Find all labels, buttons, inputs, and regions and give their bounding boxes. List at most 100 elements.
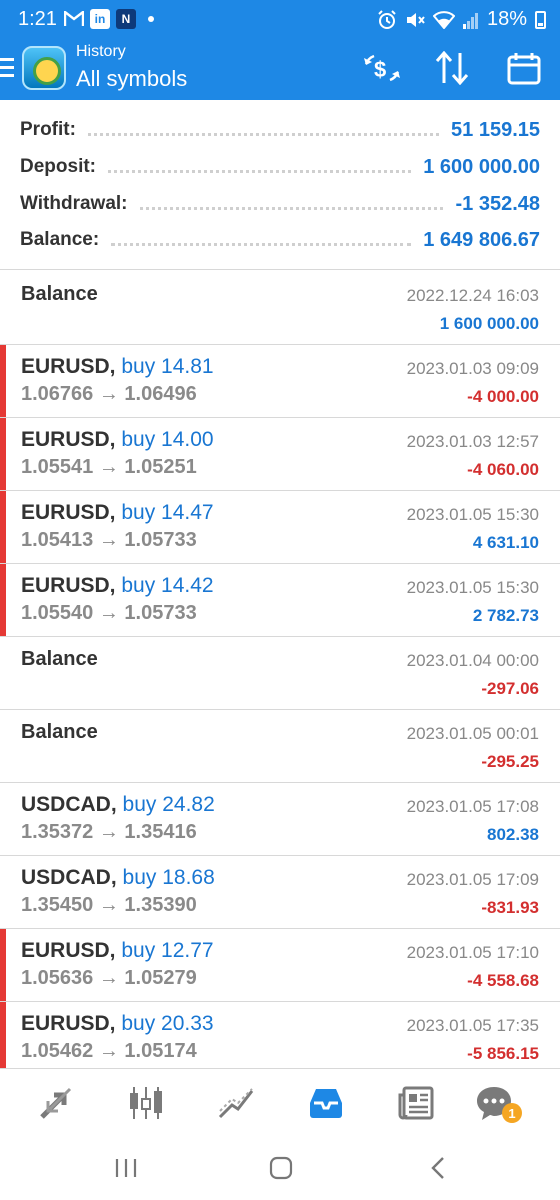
row-prices: 1.05636 → 1.05279 xyxy=(21,967,197,989)
row-symbol: EURUSD, xyxy=(21,939,116,962)
row-title: USDCAD, buy 24.82 xyxy=(21,793,215,817)
summary-balance: Balance: 1 649 806.67 xyxy=(20,223,540,257)
signal-icon xyxy=(462,12,478,29)
currency-exchange-icon[interactable]: $ xyxy=(362,48,402,88)
status-time: 1:21 xyxy=(18,8,57,30)
trade-row[interactable]: USDCAD, buy 24.82 1.35372 → 1.35416 2023… xyxy=(0,783,560,856)
row-side: buy 14.47 xyxy=(121,501,214,524)
recent-apps-icon[interactable] xyxy=(110,1152,142,1184)
bottom-navigation: 1 xyxy=(0,1068,560,1136)
row-title: EURUSD, buy 14.00 xyxy=(21,428,214,452)
row-date: 2023.01.05 17:10 xyxy=(406,943,539,962)
summary-label: Profit: xyxy=(20,119,76,140)
row-title: USDCAD, buy 18.68 xyxy=(21,866,215,890)
status-right: 18% xyxy=(377,8,546,31)
summary-value: 1 649 806.67 xyxy=(423,228,540,251)
gmail-icon xyxy=(64,9,84,29)
row-date: 2023.01.04 00:00 xyxy=(406,651,539,670)
alarm-icon xyxy=(378,9,396,29)
sort-icon[interactable] xyxy=(432,48,472,88)
row-title: EURUSD, buy 12.77 xyxy=(21,939,214,963)
chat-icon[interactable]: 1 xyxy=(472,1081,522,1125)
row-symbol: EURUSD, xyxy=(21,355,116,378)
row-side: buy 12.77 xyxy=(121,939,214,962)
row-side: buy 18.68 xyxy=(122,866,215,889)
summary-value: -1 352.48 xyxy=(455,192,540,215)
wifi-icon xyxy=(432,10,455,29)
row-prices: 1.35372 → 1.35416 xyxy=(21,821,197,843)
row-profit: 4 631.10 xyxy=(472,533,539,552)
row-symbol: EURUSD, xyxy=(21,428,116,451)
system-navigation xyxy=(0,1136,560,1200)
row-date: 2023.01.03 09:09 xyxy=(406,359,539,378)
row-date: 2023.01.05 00:01 xyxy=(406,724,539,743)
linkedin-icon: in xyxy=(90,9,110,29)
balance-row[interactable]: Balance 2022.12.24 16:03 1 600 000.00 xyxy=(0,272,560,345)
row-profit: 2 782.73 xyxy=(472,606,539,625)
row-profit: -4 000.00 xyxy=(467,387,539,406)
quotes-icon[interactable] xyxy=(34,1081,78,1125)
more-notifications-dot xyxy=(148,16,154,22)
chat-badge: 1 xyxy=(502,1103,522,1123)
mute-icon xyxy=(406,12,425,27)
row-date: 2023.01.03 12:57 xyxy=(406,432,539,451)
row-prices: 1.05462 → 1.05174 xyxy=(21,1040,197,1062)
row-title: EURUSD, buy 14.81 xyxy=(21,355,214,379)
row-side: buy 14.42 xyxy=(121,574,214,597)
row-date: 2023.01.05 17:08 xyxy=(406,797,539,816)
news-icon[interactable] xyxy=(394,1081,438,1125)
back-icon[interactable] xyxy=(423,1152,455,1184)
symbol-filter-title[interactable]: All symbols xyxy=(76,66,187,92)
row-date: 2023.01.05 15:30 xyxy=(406,505,539,524)
row-side: buy 24.82 xyxy=(122,793,215,816)
row-title: Balance xyxy=(21,648,98,670)
row-side: buy 20.33 xyxy=(121,1012,214,1035)
row-profit: -295.25 xyxy=(481,752,539,771)
account-summary: Profit: 51 159.15 Deposit: 1 600 000.00 … xyxy=(0,100,560,270)
menu-icon[interactable] xyxy=(0,58,14,80)
row-symbol: USDCAD, xyxy=(21,866,117,889)
balance-row[interactable]: Balance 2023.01.05 00:01 -295.25 xyxy=(0,710,560,783)
row-symbol: EURUSD, xyxy=(21,501,116,524)
trade-row[interactable]: EURUSD, buy 14.42 1.05540 → 1.05733 2023… xyxy=(0,564,560,637)
trade-row[interactable]: EURUSD, buy 12.77 1.05636 → 1.05279 2023… xyxy=(0,929,560,1002)
row-date: 2023.01.05 15:30 xyxy=(406,578,539,597)
app-logo[interactable] xyxy=(22,46,66,90)
row-profit: -5 856.15 xyxy=(467,1044,539,1063)
calendar-icon[interactable] xyxy=(504,48,544,88)
trade-row[interactable]: EURUSD, buy 14.47 1.05413 → 1.05733 2023… xyxy=(0,491,560,564)
trade-row[interactable]: USDCAD, buy 18.68 1.35450 → 1.35390 2023… xyxy=(0,856,560,929)
notification-icons: in N xyxy=(64,9,154,29)
row-profit: 802.38 xyxy=(487,825,539,844)
row-profit: -297.06 xyxy=(481,679,539,698)
chart-icon[interactable] xyxy=(124,1081,168,1125)
trade-row[interactable]: EURUSD, buy 14.81 1.06766 → 1.06496 2023… xyxy=(0,345,560,418)
screen-subtitle: History xyxy=(76,43,126,60)
row-title: EURUSD, buy 20.33 xyxy=(21,1012,214,1036)
row-prices: 1.06766 → 1.06496 xyxy=(21,383,197,405)
summary-label: Deposit: xyxy=(20,156,96,177)
row-side: buy 14.81 xyxy=(121,355,214,378)
history-icon[interactable] xyxy=(304,1081,348,1125)
row-side: buy 14.00 xyxy=(121,428,214,451)
row-date: 2023.01.05 17:35 xyxy=(406,1016,539,1035)
row-profit: -4 558.68 xyxy=(467,971,539,990)
summary-profit: Profit: 51 159.15 xyxy=(20,113,540,147)
summary-label: Balance: xyxy=(20,229,100,250)
row-profit: -831.93 xyxy=(481,898,539,917)
balance-row[interactable]: Balance 2023.01.04 00:00 -297.06 xyxy=(0,637,560,710)
summary-withdrawal: Withdrawal: -1 352.48 xyxy=(20,187,540,221)
app-n-icon: N xyxy=(116,9,136,29)
home-icon[interactable] xyxy=(265,1152,297,1184)
app-bar: History All symbols $ xyxy=(0,40,560,100)
trade-row[interactable]: EURUSD, buy 20.33 1.05462 → 1.05174 2023… xyxy=(0,1002,560,1075)
status-bar: 1:21 in N 18% xyxy=(0,0,560,40)
row-title: EURUSD, buy 14.42 xyxy=(21,574,214,598)
row-title: Balance xyxy=(21,283,98,305)
battery-icon xyxy=(535,10,546,29)
trade-icon[interactable] xyxy=(214,1081,258,1125)
trade-row[interactable]: EURUSD, buy 14.00 1.05541 → 1.05251 2023… xyxy=(0,418,560,491)
row-date: 2023.01.05 17:09 xyxy=(406,870,539,889)
row-prices: 1.05541 → 1.05251 xyxy=(21,456,197,478)
row-profit: -4 060.00 xyxy=(467,460,539,479)
